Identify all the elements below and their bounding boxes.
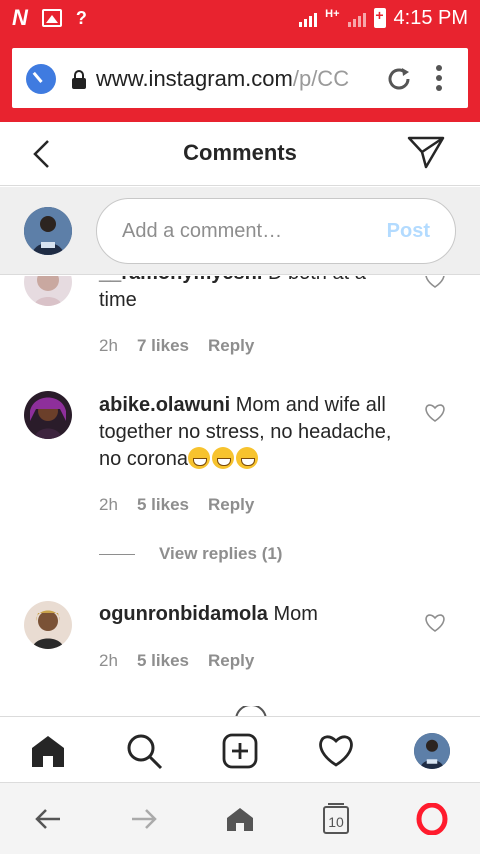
speed-dial-icon[interactable] xyxy=(26,64,56,94)
comment-likes[interactable]: 5 likes xyxy=(137,495,208,515)
view-replies-label: View replies (1) xyxy=(159,544,283,563)
opera-menu-icon[interactable] xyxy=(412,799,452,839)
add-comment-bar: Add a comment… Post xyxy=(0,187,480,275)
comment-text: __ramohymyeshi D both at a time xyxy=(99,276,419,314)
profile-avatar[interactable] xyxy=(412,731,452,771)
search-icon[interactable] xyxy=(124,731,164,771)
avatar[interactable] xyxy=(24,391,72,439)
comment-username[interactable]: abike.olawuni xyxy=(99,394,230,416)
reply-button[interactable]: Reply xyxy=(208,495,254,515)
laughing-emoji-icon xyxy=(211,447,234,469)
activity-heart-icon[interactable] xyxy=(316,731,356,771)
comment-username[interactable]: __ramohymyeshi xyxy=(99,276,262,284)
avatar xyxy=(24,207,72,255)
url-text[interactable]: www.instagram.com/p/CC xyxy=(96,66,366,92)
comment-list[interactable]: __ramohymyeshi D both at a time 2h 7 lik… xyxy=(0,276,480,716)
view-replies-button[interactable]: View replies (1) xyxy=(99,544,282,564)
browser-toolbar: www.instagram.com/p/CC xyxy=(0,36,480,122)
reply-button[interactable]: Reply xyxy=(208,651,254,671)
laughing-emoji-icon xyxy=(187,447,210,469)
comment-username[interactable]: ogunronbidamola xyxy=(99,603,268,625)
comment-input-placeholder: Add a comment… xyxy=(122,220,283,242)
image-notification-icon xyxy=(41,9,62,27)
comment-message: Mom xyxy=(273,603,318,625)
comment-meta: 2h 5 likes Reply xyxy=(99,651,254,671)
laughing-emoji-icon xyxy=(235,447,258,469)
home-icon[interactable] xyxy=(220,799,260,839)
tab-count: 10 xyxy=(328,814,344,830)
menu-icon[interactable] xyxy=(436,65,442,93)
comment-likes[interactable]: 5 likes xyxy=(137,651,208,671)
address-bar[interactable]: www.instagram.com/p/CC xyxy=(12,48,468,108)
battery-charging-icon xyxy=(373,7,386,28)
comment-meta: 2h 7 likes Reply xyxy=(99,336,254,356)
comment-time: 2h xyxy=(99,495,118,514)
comment-meta: 2h 5 likes Reply xyxy=(99,495,254,515)
comment-text: abike.olawuni Mom and wife all together … xyxy=(99,392,419,473)
back-arrow-icon[interactable] xyxy=(28,799,68,839)
comment-time: 2h xyxy=(99,651,118,670)
send-icon[interactable] xyxy=(406,134,446,175)
like-heart-icon[interactable] xyxy=(425,276,445,293)
forward-arrow-icon[interactable] xyxy=(124,799,164,839)
url-path: /p/CC xyxy=(292,66,350,91)
comment-text-line: time xyxy=(99,289,137,311)
reply-button[interactable]: Reply xyxy=(208,336,254,356)
like-heart-icon[interactable] xyxy=(425,404,445,427)
url-host: www.instagram.com xyxy=(96,66,293,91)
comment-input[interactable]: Add a comment… Post xyxy=(96,198,456,264)
avatar[interactable] xyxy=(24,276,72,306)
browser-bottom-bar: 10 xyxy=(0,782,480,854)
divider xyxy=(99,553,135,555)
tabs-icon[interactable]: 10 xyxy=(316,799,356,839)
like-heart-icon[interactable] xyxy=(425,614,445,637)
loading-spinner-icon xyxy=(234,704,268,716)
comment-text-partial: D both at a xyxy=(268,276,366,284)
comment-time: 2h xyxy=(99,336,118,355)
instagram-bottom-nav xyxy=(0,716,480,782)
comment-text: ogunronbidamola Mom xyxy=(99,601,419,628)
comments-header: Comments xyxy=(0,122,480,186)
home-icon[interactable] xyxy=(28,731,68,771)
lock-icon[interactable] xyxy=(72,70,86,89)
comment-likes[interactable]: 7 likes xyxy=(137,336,208,356)
network-type-label: H+ xyxy=(325,8,340,20)
new-post-icon[interactable] xyxy=(220,731,260,771)
status-time: 4:15 PM xyxy=(393,7,468,29)
no-signal-icon: ? xyxy=(75,7,87,28)
signal-icon xyxy=(299,9,318,27)
reload-icon[interactable] xyxy=(384,64,414,99)
post-button[interactable]: Post xyxy=(387,220,430,243)
status-bar: N ? H+ 4:15 PM xyxy=(0,0,480,36)
signal-icon-2 xyxy=(347,9,366,27)
n-notification-icon: N xyxy=(12,5,28,30)
avatar[interactable] xyxy=(24,601,72,649)
